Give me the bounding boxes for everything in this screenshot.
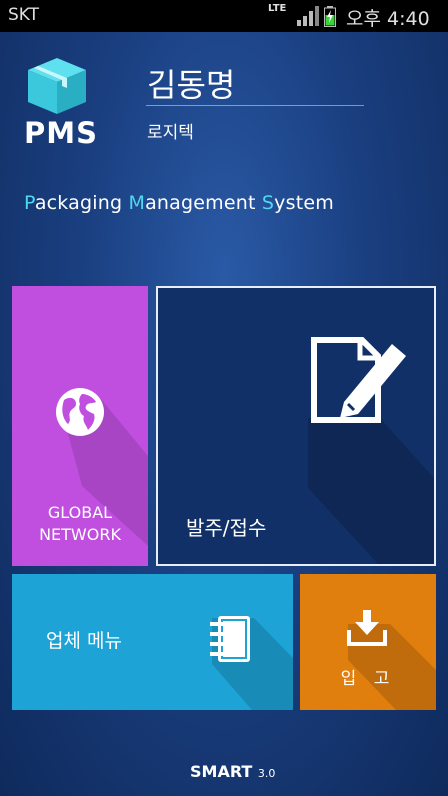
system-tagline: Packaging Management System <box>24 192 334 214</box>
order-receipt-tile[interactable]: 발주/접수 <box>156 286 436 566</box>
user-name: 김동명 <box>147 66 236 104</box>
tagline-initial: S <box>261 192 275 214</box>
global-network-label-line1: GLOBAL <box>47 503 113 522</box>
tagline-word: anagement <box>145 192 262 214</box>
app-version-footer: SMART 3.0 <box>190 762 275 781</box>
global-network-tile[interactable]: GLOBAL NETWORK <box>12 286 148 566</box>
footer-brand: SMART <box>190 762 253 781</box>
battery-icon <box>324 6 336 27</box>
tagline-word: ystem <box>274 192 334 214</box>
app-logo-text: PMS <box>24 116 98 150</box>
package-box-icon <box>28 58 86 114</box>
tagline-initial: M <box>128 192 146 214</box>
tagline-word: ackaging <box>34 192 129 214</box>
vendor-menu-tile[interactable]: 업체 메뉴 <box>12 574 293 710</box>
inbound-label: 입 고 <box>340 669 396 689</box>
global-network-label: GLOBAL NETWORK <box>12 502 148 546</box>
status-bar: SKT LTE 오후 4:40 <box>0 0 448 32</box>
carrier-name: SKT <box>8 5 40 25</box>
download-tray-icon <box>347 610 387 646</box>
header-divider <box>146 105 364 106</box>
order-receipt-label: 발주/접수 <box>186 516 267 540</box>
document-edit-icon <box>311 337 406 423</box>
inbound-tile[interactable]: 입 고 <box>300 574 436 710</box>
network-type: LTE <box>268 3 287 14</box>
signal-icon <box>297 6 319 26</box>
global-network-label-line2: NETWORK <box>39 525 121 544</box>
tagline-initial: P <box>24 192 35 214</box>
company-name: 로지텍 <box>147 123 194 143</box>
notebook-icon <box>210 616 250 662</box>
vendor-menu-label: 업체 메뉴 <box>46 630 122 652</box>
footer-version: 3.0 <box>257 767 276 780</box>
globe-icon <box>56 388 104 436</box>
status-clock: 오후 4:40 <box>346 8 430 30</box>
